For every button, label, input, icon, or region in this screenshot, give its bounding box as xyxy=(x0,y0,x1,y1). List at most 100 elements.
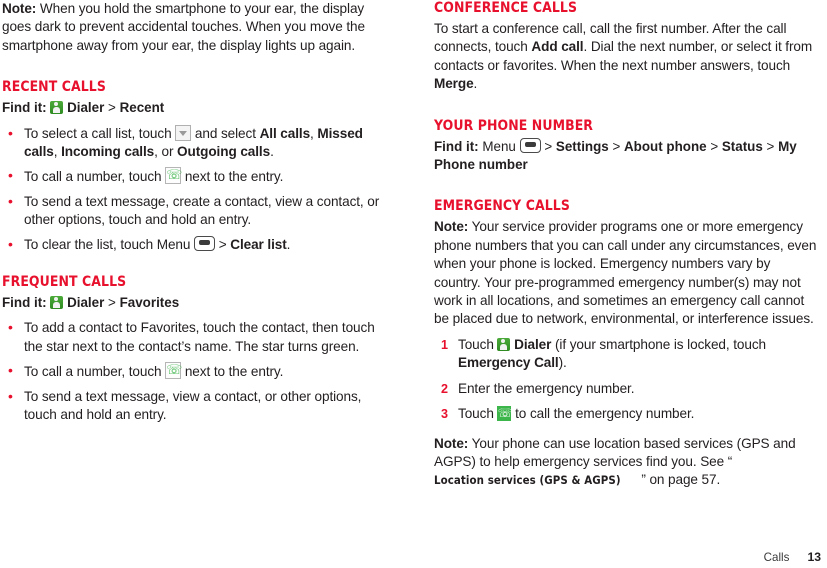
bullet-text: . xyxy=(270,144,274,160)
conference-calls-body: To start a conference call, call the fir… xyxy=(434,20,819,94)
option-clear-list: Clear list xyxy=(230,236,287,252)
call-icon: ☏ xyxy=(165,362,183,380)
note-label: Note: xyxy=(434,435,469,451)
find-it-separator: > xyxy=(108,295,116,311)
separator: > xyxy=(544,138,553,154)
note-label: Note: xyxy=(434,219,469,235)
app-dialer: Dialer xyxy=(514,336,552,352)
separator: > xyxy=(710,138,719,154)
menu-icon xyxy=(519,137,541,153)
handset-glyph: ☏ xyxy=(166,168,183,184)
step-text: Touch xyxy=(458,336,498,352)
menu-status: Status xyxy=(721,138,763,154)
bullet-text: To call a number, touch xyxy=(24,169,166,185)
bullet-text: , xyxy=(53,144,62,160)
bullet-text: , or xyxy=(154,144,178,160)
find-it-label: Find it: xyxy=(434,138,479,154)
footer-section-label: Calls xyxy=(763,551,790,564)
handset-glyph: ☏ xyxy=(497,406,513,421)
call-icon: ☏ xyxy=(165,167,183,185)
left-column: Note: When you hold the smartphone to yo… xyxy=(2,0,387,431)
separator: > xyxy=(612,138,621,154)
list-item: To send a text message, create a contact… xyxy=(2,192,387,230)
intro-note-text: When you hold the smartphone to your ear… xyxy=(2,1,365,53)
option-all-calls: All calls xyxy=(259,125,311,141)
bullet-text: . xyxy=(286,236,291,252)
dialer-icon xyxy=(497,337,511,351)
call-icon-solid: ☏ xyxy=(497,406,513,422)
bullet-text: To send a text message, view a contact, … xyxy=(24,388,362,423)
find-it-frequent-calls: Find it: Dialer > Favorites xyxy=(2,294,387,312)
body-text: . xyxy=(473,76,478,92)
list-item: Touch ☏ to call the emergency number. xyxy=(434,405,819,424)
page-footer: Calls 13 xyxy=(764,550,821,564)
step-text: Enter the emergency number. xyxy=(458,380,635,396)
intro-note-label: Note: xyxy=(2,1,37,16)
bullet-text: next to the entry. xyxy=(181,364,284,380)
list-item: To clear the list, touch Menu > Clear li… xyxy=(2,235,387,254)
heading-recent-calls: Recent calls xyxy=(2,79,106,96)
manual-page: Note: When you hold the smartphone to yo… xyxy=(0,0,827,568)
footnote-text: ” on page 57. xyxy=(641,472,721,488)
dialer-icon xyxy=(50,296,64,310)
menu-about-phone: About phone xyxy=(624,138,707,154)
bullet-text: To add a contact to Favorites, touch the… xyxy=(24,320,375,354)
action-emergency-call: Emergency Call xyxy=(458,355,559,371)
bullet-text: next to the entry. xyxy=(181,169,284,185)
bullet-text: > xyxy=(215,236,231,252)
find-it-target: Favorites xyxy=(119,295,180,311)
heading-emergency-calls: Emergency calls xyxy=(434,198,570,215)
option-outgoing-calls: Outgoing calls xyxy=(177,144,271,160)
step-text: (if your smartphone is locked, touch xyxy=(551,336,766,352)
cross-reference-location-services[interactable]: Location services (GPS & AGPS) xyxy=(434,471,621,489)
bullet-text: To select a call list, touch xyxy=(24,125,176,141)
recent-calls-bullets: To select a call list, touch and select … xyxy=(2,124,387,254)
bullet-text: To call a number, touch xyxy=(24,364,166,380)
emergency-calls-note: Note: Your service provider programs one… xyxy=(434,218,819,328)
find-it-recent-calls: Find it: Dialer > Recent xyxy=(2,99,387,117)
footnote-text: Your phone can use location based servic… xyxy=(434,435,796,469)
find-it-app: Dialer xyxy=(67,100,105,116)
menu-word: Menu xyxy=(482,138,516,154)
heading-conference-calls: Conference calls xyxy=(434,0,578,16)
handset-glyph: ☏ xyxy=(166,363,183,379)
action-merge: Merge xyxy=(434,76,474,92)
find-it-target: Recent xyxy=(119,100,165,116)
find-it-app: Dialer xyxy=(67,295,105,311)
bullet-text: To clear the list, touch Menu xyxy=(24,236,195,252)
heading-frequent-calls: Frequent calls xyxy=(2,274,127,291)
right-column: Conference calls To start a conference c… xyxy=(434,0,819,490)
frequent-calls-bullets: To add a contact to Favorites, touch the… xyxy=(2,318,387,425)
intro-note: Note: When you hold the smartphone to yo… xyxy=(2,0,387,55)
separator: > xyxy=(766,138,775,154)
list-item: Touch Dialer (if your smartphone is lock… xyxy=(434,336,819,373)
option-incoming-calls: Incoming calls xyxy=(61,144,155,160)
menu-settings: Settings xyxy=(555,138,609,154)
list-item: To call a number, touch ☏ next to the en… xyxy=(2,361,387,381)
list-item: Enter the emergency number. xyxy=(434,380,819,399)
emergency-calls-footnote: Note: Your phone can use location based … xyxy=(434,435,819,490)
list-item: To select a call list, touch and select … xyxy=(2,124,387,162)
step-text: ). xyxy=(558,355,567,371)
find-it-separator: > xyxy=(108,100,116,116)
find-it-label: Find it: xyxy=(2,295,47,311)
dropdown-icon xyxy=(175,124,192,141)
find-it-your-phone-number: Find it: Menu > Settings > About phone >… xyxy=(434,137,819,175)
list-item: To call a number, touch ☏ next to the en… xyxy=(2,166,387,186)
bullet-text: To send a text message, create a contact… xyxy=(24,193,380,228)
dialer-icon xyxy=(50,101,64,115)
emergency-call-steps: Touch Dialer (if your smartphone is lock… xyxy=(434,336,819,424)
list-item: To add a contact to Favorites, touch the… xyxy=(2,318,387,356)
list-item: To send a text message, view a contact, … xyxy=(2,387,387,425)
action-add-call: Add call xyxy=(531,39,584,55)
step-text: Touch xyxy=(458,406,498,422)
footer-page-number: 13 xyxy=(807,550,821,564)
bullet-text: and select xyxy=(191,125,260,141)
